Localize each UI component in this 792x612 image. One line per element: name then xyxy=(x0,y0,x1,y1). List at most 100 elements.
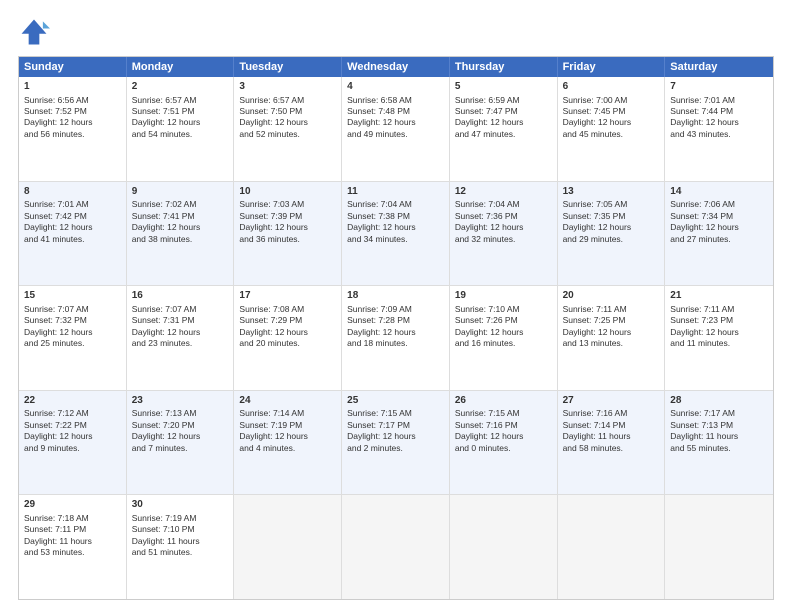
logo-icon xyxy=(18,16,50,48)
day-info-line: Sunrise: 7:07 AM xyxy=(24,304,121,315)
day-info-line: Daylight: 12 hours xyxy=(347,117,444,128)
day-cell-15: 15Sunrise: 7:07 AMSunset: 7:32 PMDayligh… xyxy=(19,286,127,390)
day-cell-2: 2Sunrise: 6:57 AMSunset: 7:51 PMDaylight… xyxy=(127,77,235,181)
day-info-line: and 7 minutes. xyxy=(132,443,229,454)
day-info-line: Sunset: 7:38 PM xyxy=(347,211,444,222)
day-info-line: and 49 minutes. xyxy=(347,129,444,140)
day-info-line: Sunset: 7:23 PM xyxy=(670,315,768,326)
day-number: 11 xyxy=(347,185,444,199)
day-cell-20: 20Sunrise: 7:11 AMSunset: 7:25 PMDayligh… xyxy=(558,286,666,390)
calendar-row-4: 22Sunrise: 7:12 AMSunset: 7:22 PMDayligh… xyxy=(19,390,773,495)
day-info-line: and 11 minutes. xyxy=(670,338,768,349)
day-info-line: Sunset: 7:22 PM xyxy=(24,420,121,431)
header-day-friday: Friday xyxy=(558,57,666,77)
day-cell-18: 18Sunrise: 7:09 AMSunset: 7:28 PMDayligh… xyxy=(342,286,450,390)
day-cell-22: 22Sunrise: 7:12 AMSunset: 7:22 PMDayligh… xyxy=(19,391,127,495)
day-info-line: Sunrise: 6:59 AM xyxy=(455,95,552,106)
day-info-line: Sunset: 7:32 PM xyxy=(24,315,121,326)
day-info-line: Daylight: 11 hours xyxy=(563,431,660,442)
day-info-line: Sunrise: 7:11 AM xyxy=(563,304,660,315)
day-info-line: Sunset: 7:16 PM xyxy=(455,420,552,431)
day-number: 1 xyxy=(24,80,121,94)
day-info-line: and 55 minutes. xyxy=(670,443,768,454)
day-info-line: Sunset: 7:45 PM xyxy=(563,106,660,117)
day-info-line: Sunset: 7:14 PM xyxy=(563,420,660,431)
day-cell-9: 9Sunrise: 7:02 AMSunset: 7:41 PMDaylight… xyxy=(127,182,235,286)
day-info-line: Sunrise: 6:57 AM xyxy=(132,95,229,106)
day-info-line: Daylight: 12 hours xyxy=(24,327,121,338)
day-number: 23 xyxy=(132,394,229,408)
day-info-line: and 41 minutes. xyxy=(24,234,121,245)
header-day-thursday: Thursday xyxy=(450,57,558,77)
day-info-line: Sunset: 7:35 PM xyxy=(563,211,660,222)
day-cell-14: 14Sunrise: 7:06 AMSunset: 7:34 PMDayligh… xyxy=(665,182,773,286)
day-info-line: Daylight: 12 hours xyxy=(563,222,660,233)
day-info-line: Sunset: 7:10 PM xyxy=(132,524,229,535)
empty-cell xyxy=(665,495,773,599)
day-info-line: Sunrise: 7:10 AM xyxy=(455,304,552,315)
day-info-line: Daylight: 12 hours xyxy=(239,327,336,338)
day-number: 3 xyxy=(239,80,336,94)
day-info-line: Daylight: 12 hours xyxy=(670,222,768,233)
calendar-header: SundayMondayTuesdayWednesdayThursdayFrid… xyxy=(19,57,773,77)
day-cell-29: 29Sunrise: 7:18 AMSunset: 7:11 PMDayligh… xyxy=(19,495,127,599)
day-info-line: Daylight: 12 hours xyxy=(347,327,444,338)
day-info-line: and 52 minutes. xyxy=(239,129,336,140)
day-cell-5: 5Sunrise: 6:59 AMSunset: 7:47 PMDaylight… xyxy=(450,77,558,181)
day-info-line: Sunrise: 7:19 AM xyxy=(132,513,229,524)
day-info-line: and 38 minutes. xyxy=(132,234,229,245)
day-number: 8 xyxy=(24,185,121,199)
day-cell-24: 24Sunrise: 7:14 AMSunset: 7:19 PMDayligh… xyxy=(234,391,342,495)
day-info-line: Sunset: 7:26 PM xyxy=(455,315,552,326)
day-info-line: Sunset: 7:50 PM xyxy=(239,106,336,117)
day-info-line: Sunset: 7:34 PM xyxy=(670,211,768,222)
day-info-line: and 20 minutes. xyxy=(239,338,336,349)
day-info-line: Sunrise: 7:16 AM xyxy=(563,408,660,419)
day-number: 30 xyxy=(132,498,229,512)
header-day-saturday: Saturday xyxy=(665,57,773,77)
day-cell-7: 7Sunrise: 7:01 AMSunset: 7:44 PMDaylight… xyxy=(665,77,773,181)
day-info-line: and 29 minutes. xyxy=(563,234,660,245)
empty-cell xyxy=(558,495,666,599)
day-cell-19: 19Sunrise: 7:10 AMSunset: 7:26 PMDayligh… xyxy=(450,286,558,390)
day-number: 22 xyxy=(24,394,121,408)
day-info-line: and 2 minutes. xyxy=(347,443,444,454)
day-cell-12: 12Sunrise: 7:04 AMSunset: 7:36 PMDayligh… xyxy=(450,182,558,286)
day-info-line: and 56 minutes. xyxy=(24,129,121,140)
calendar-row-5: 29Sunrise: 7:18 AMSunset: 7:11 PMDayligh… xyxy=(19,494,773,599)
day-info-line: Daylight: 12 hours xyxy=(563,327,660,338)
day-cell-30: 30Sunrise: 7:19 AMSunset: 7:10 PMDayligh… xyxy=(127,495,235,599)
day-info-line: Sunset: 7:44 PM xyxy=(670,106,768,117)
day-info-line: Sunrise: 7:17 AM xyxy=(670,408,768,419)
day-number: 29 xyxy=(24,498,121,512)
header xyxy=(18,16,774,48)
page: SundayMondayTuesdayWednesdayThursdayFrid… xyxy=(0,0,792,612)
day-number: 12 xyxy=(455,185,552,199)
day-info-line: Daylight: 11 hours xyxy=(24,536,121,547)
day-number: 6 xyxy=(563,80,660,94)
day-info-line: Daylight: 12 hours xyxy=(132,327,229,338)
day-info-line: Sunset: 7:17 PM xyxy=(347,420,444,431)
day-info-line: Daylight: 12 hours xyxy=(455,431,552,442)
day-info-line: and 27 minutes. xyxy=(670,234,768,245)
day-info-line: Sunrise: 7:06 AM xyxy=(670,199,768,210)
day-info-line: Daylight: 12 hours xyxy=(455,222,552,233)
day-info-line: Sunset: 7:36 PM xyxy=(455,211,552,222)
empty-cell xyxy=(450,495,558,599)
day-number: 15 xyxy=(24,289,121,303)
day-number: 16 xyxy=(132,289,229,303)
day-info-line: Daylight: 12 hours xyxy=(24,222,121,233)
day-info-line: and 9 minutes. xyxy=(24,443,121,454)
day-number: 5 xyxy=(455,80,552,94)
day-number: 20 xyxy=(563,289,660,303)
day-info-line: Daylight: 12 hours xyxy=(132,431,229,442)
day-info-line: Sunset: 7:51 PM xyxy=(132,106,229,117)
calendar-row-1: 1Sunrise: 6:56 AMSunset: 7:52 PMDaylight… xyxy=(19,77,773,181)
day-number: 10 xyxy=(239,185,336,199)
day-info-line: Daylight: 11 hours xyxy=(132,536,229,547)
calendar-row-3: 15Sunrise: 7:07 AMSunset: 7:32 PMDayligh… xyxy=(19,285,773,390)
day-info-line: Sunrise: 7:14 AM xyxy=(239,408,336,419)
day-info-line: Sunset: 7:19 PM xyxy=(239,420,336,431)
day-info-line: Daylight: 12 hours xyxy=(347,431,444,442)
day-info-line: and 25 minutes. xyxy=(24,338,121,349)
